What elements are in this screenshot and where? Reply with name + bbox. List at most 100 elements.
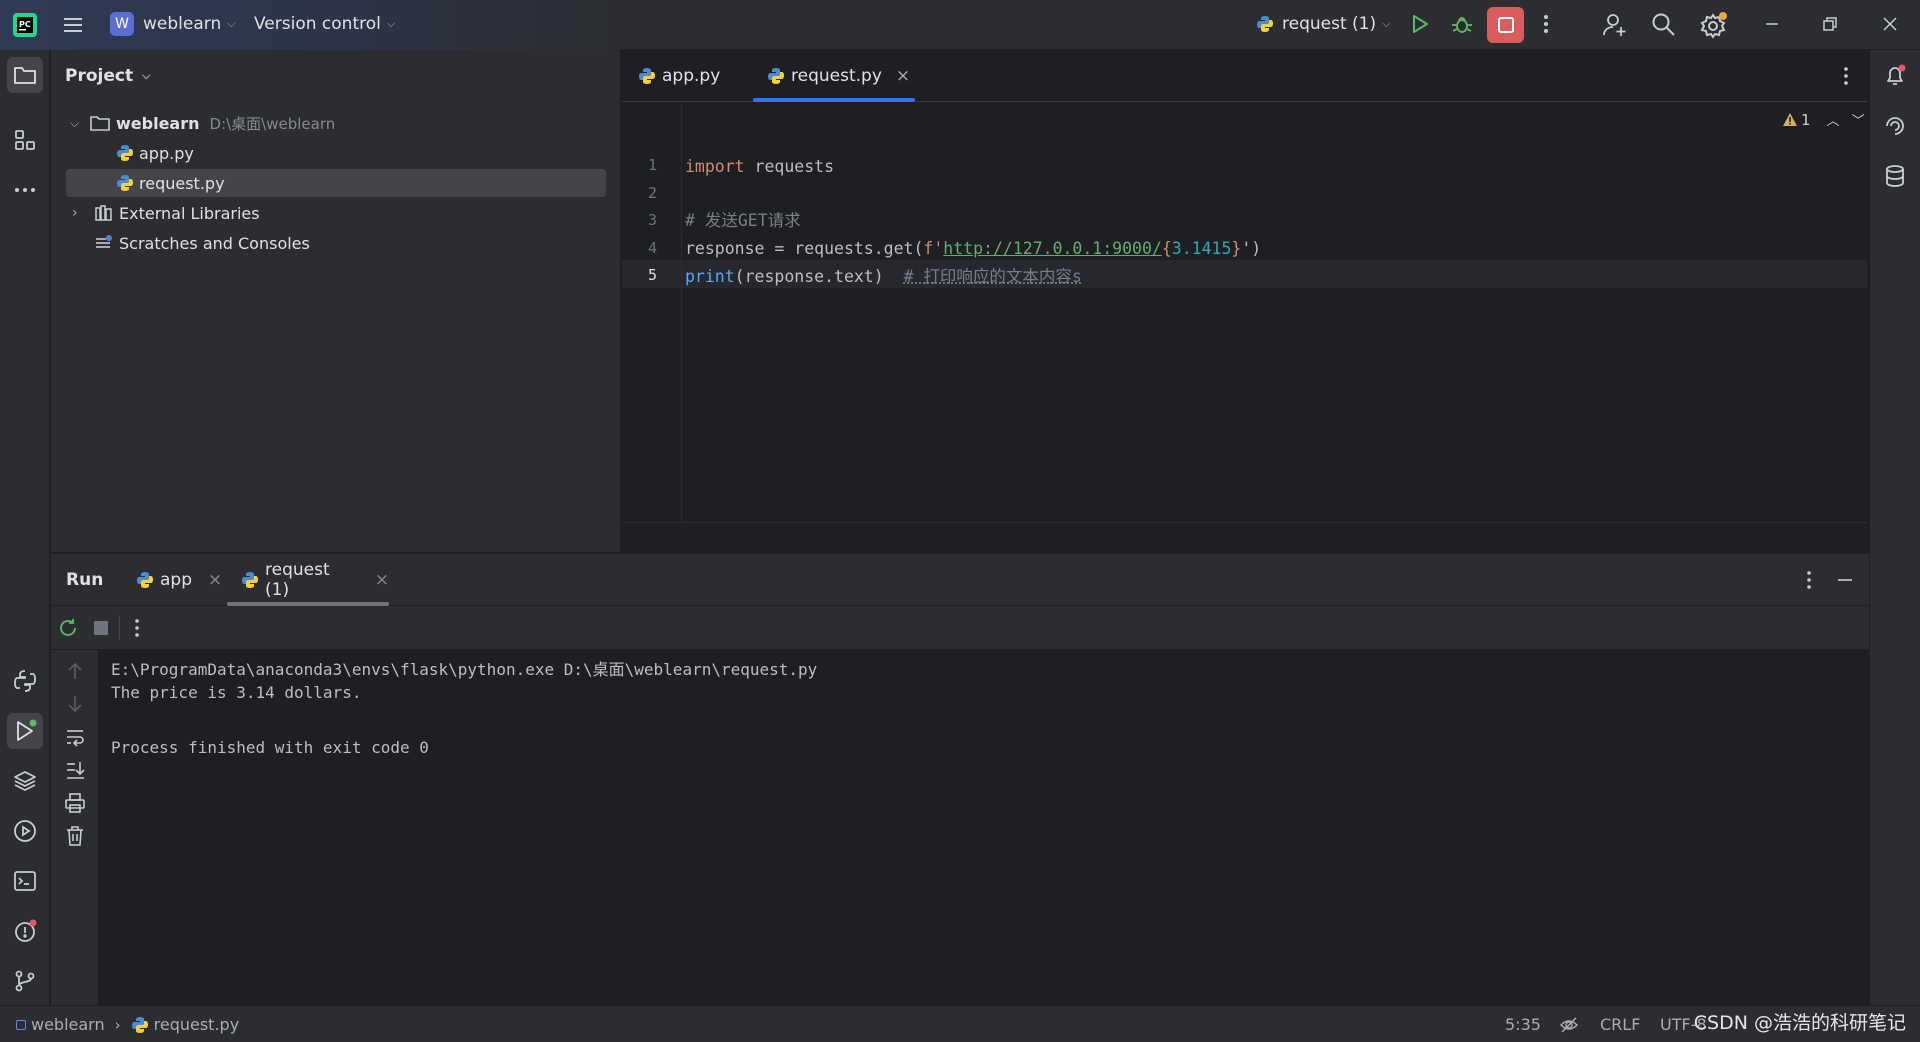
run-config-selector[interactable]: request (1) ⌵ bbox=[1256, 14, 1390, 34]
notifications-tool-button[interactable] bbox=[1877, 58, 1913, 94]
stop-icon[interactable] bbox=[93, 620, 109, 640]
ai-assistant-tool-button[interactable] bbox=[1877, 108, 1913, 144]
code-line-3[interactable]: # 发送GET请求 bbox=[685, 208, 801, 234]
line-separator[interactable]: CRLF bbox=[1600, 1015, 1640, 1034]
tree-item-label: weblearn bbox=[116, 113, 200, 133]
run-tab-label: request (1) bbox=[265, 560, 330, 600]
git-branch-icon bbox=[15, 970, 35, 992]
run-tab-request[interactable]: request (1) × bbox=[227, 554, 389, 606]
vcs-label: Version control bbox=[254, 14, 381, 34]
more-actions-icon[interactable] bbox=[1540, 12, 1552, 36]
structure-tool-button[interactable] bbox=[7, 122, 43, 158]
code-comment: # 打印响应的文本内容s bbox=[903, 267, 1082, 286]
clear-all-trash-icon[interactable] bbox=[64, 825, 86, 851]
breadcrumb-project[interactable]: weblearn bbox=[31, 1015, 105, 1034]
inspections-off-icon[interactable] bbox=[1559, 1015, 1579, 1039]
code-token: response = requests.get( bbox=[685, 239, 924, 258]
inspection-widget[interactable]: 1 ︿ ﹀ bbox=[1782, 110, 1865, 129]
project-name: weblearn bbox=[143, 14, 222, 34]
project-selector[interactable]: W weblearn ⌵ bbox=[110, 12, 236, 36]
project-panel-header[interactable]: Project ⌵ bbox=[65, 66, 150, 86]
run-tool-button[interactable] bbox=[7, 713, 43, 749]
tab-close-icon[interactable]: × bbox=[208, 570, 222, 590]
console-line: The price is 3.14 dollars. bbox=[111, 683, 362, 702]
code-url[interactable]: http://127.0.0.1:9000/ bbox=[943, 239, 1162, 258]
services-tool-button[interactable] bbox=[7, 813, 43, 849]
terminal-tool-button[interactable] bbox=[7, 863, 43, 899]
main-menu-icon[interactable] bbox=[61, 13, 85, 37]
code-token: { bbox=[1161, 239, 1172, 258]
restore-icon[interactable] bbox=[1820, 14, 1840, 34]
chevron-down-icon[interactable]: ﹀ bbox=[1852, 110, 1865, 129]
tab-close-icon[interactable]: × bbox=[896, 66, 910, 86]
more-tools-icon[interactable] bbox=[7, 172, 43, 208]
tree-item-request-py[interactable]: request.py bbox=[66, 169, 606, 197]
python-icon bbox=[1256, 15, 1274, 33]
pycharm-logo-icon[interactable]: PC bbox=[12, 12, 38, 38]
project-panel: Project ⌵ ⌵ weblearn D:\桌面\weblearn app.… bbox=[51, 50, 621, 552]
breadcrumb-file[interactable]: request.py bbox=[154, 1015, 240, 1034]
console-output[interactable]: E:\ProgramData\anaconda3\envs\flask\pyth… bbox=[99, 650, 1869, 1006]
close-icon[interactable] bbox=[1880, 14, 1900, 34]
python-file-icon bbox=[638, 67, 656, 85]
warning-icon bbox=[1783, 112, 1797, 126]
vcs-menu[interactable]: Version control ⌵ bbox=[254, 14, 395, 34]
soft-wrap-icon[interactable] bbox=[64, 726, 86, 752]
python-console-tool-button[interactable] bbox=[7, 663, 43, 699]
minimize-icon[interactable] bbox=[1762, 14, 1782, 34]
folder-icon bbox=[90, 116, 110, 131]
tree-item-weblearn[interactable]: ⌵ weblearn D:\桌面\weblearn bbox=[66, 109, 606, 137]
print-icon[interactable] bbox=[64, 792, 86, 818]
run-tab-app[interactable]: app × bbox=[136, 554, 222, 606]
layers-tool-button[interactable] bbox=[7, 763, 43, 799]
search-icon[interactable] bbox=[1651, 12, 1676, 37]
python-icon bbox=[136, 571, 154, 589]
database-icon bbox=[1886, 165, 1904, 187]
python-file-icon bbox=[116, 144, 134, 162]
settings-gear-icon[interactable] bbox=[1700, 11, 1728, 39]
code-with-me-icon[interactable] bbox=[1602, 12, 1628, 38]
run-button[interactable] bbox=[1408, 12, 1432, 36]
stop-button[interactable] bbox=[1487, 7, 1524, 43]
code-line-5[interactable]: print(response.text) # 打印响应的文本内容s bbox=[685, 264, 1082, 290]
line-number: 1 bbox=[647, 156, 657, 174]
code-line-4[interactable]: response = requests.get(f'http://127.0.0… bbox=[685, 236, 1261, 262]
chevron-down-icon: ⌵ bbox=[142, 69, 151, 82]
terminal-icon bbox=[14, 871, 36, 891]
line-number: 5 bbox=[647, 266, 657, 284]
run-panel-options-icon[interactable] bbox=[1803, 568, 1815, 596]
scroll-up-icon[interactable] bbox=[64, 660, 86, 686]
watermark: CSDN @浩浩的科研笔记 bbox=[1693, 1012, 1906, 1034]
line-number: 4 bbox=[647, 239, 657, 257]
more-options-icon[interactable] bbox=[131, 616, 143, 644]
tab-request-py[interactable]: request.py × bbox=[753, 50, 915, 102]
layers-icon bbox=[14, 771, 36, 791]
services-icon bbox=[14, 820, 36, 842]
code-token: print bbox=[685, 267, 735, 286]
tree-item-app-py[interactable]: app.py bbox=[66, 139, 606, 167]
tab-app-py[interactable]: app.py bbox=[638, 50, 748, 102]
database-tool-button[interactable] bbox=[1877, 158, 1913, 194]
editor-horizontal-scrollbar[interactable] bbox=[622, 522, 1868, 552]
code-line-1[interactable]: import requests bbox=[685, 154, 834, 180]
tree-item-scratches[interactable]: Scratches and Consoles bbox=[66, 229, 606, 257]
editor-area: app.py request.py × 1 2 3 4 5 import req… bbox=[622, 50, 1868, 572]
python-console-icon bbox=[14, 670, 36, 692]
scroll-down-icon[interactable] bbox=[64, 693, 86, 719]
hide-panel-icon[interactable] bbox=[1835, 568, 1855, 596]
project-badge: W bbox=[110, 12, 134, 36]
problems-tool-button[interactable] bbox=[7, 913, 43, 949]
editor-tabs-menu-icon[interactable] bbox=[1840, 64, 1852, 92]
git-tool-button[interactable] bbox=[7, 963, 43, 999]
tree-item-external-libraries[interactable]: › External Libraries bbox=[66, 199, 606, 227]
project-tool-button[interactable] bbox=[7, 57, 43, 93]
tab-close-icon[interactable]: × bbox=[375, 570, 389, 590]
caret-position[interactable]: 5:35 bbox=[1505, 1015, 1541, 1034]
scroll-to-end-icon[interactable] bbox=[64, 759, 86, 785]
rerun-icon[interactable] bbox=[57, 617, 79, 643]
run-tab-label: app bbox=[160, 570, 192, 590]
run-panel-title: Run bbox=[66, 554, 103, 606]
debug-bug-icon[interactable] bbox=[1450, 12, 1474, 36]
run-tool-window: Run app × request (1) × E:\ProgramData\a… bbox=[51, 553, 1869, 1006]
chevron-up-icon[interactable]: ︿ bbox=[1827, 110, 1840, 129]
